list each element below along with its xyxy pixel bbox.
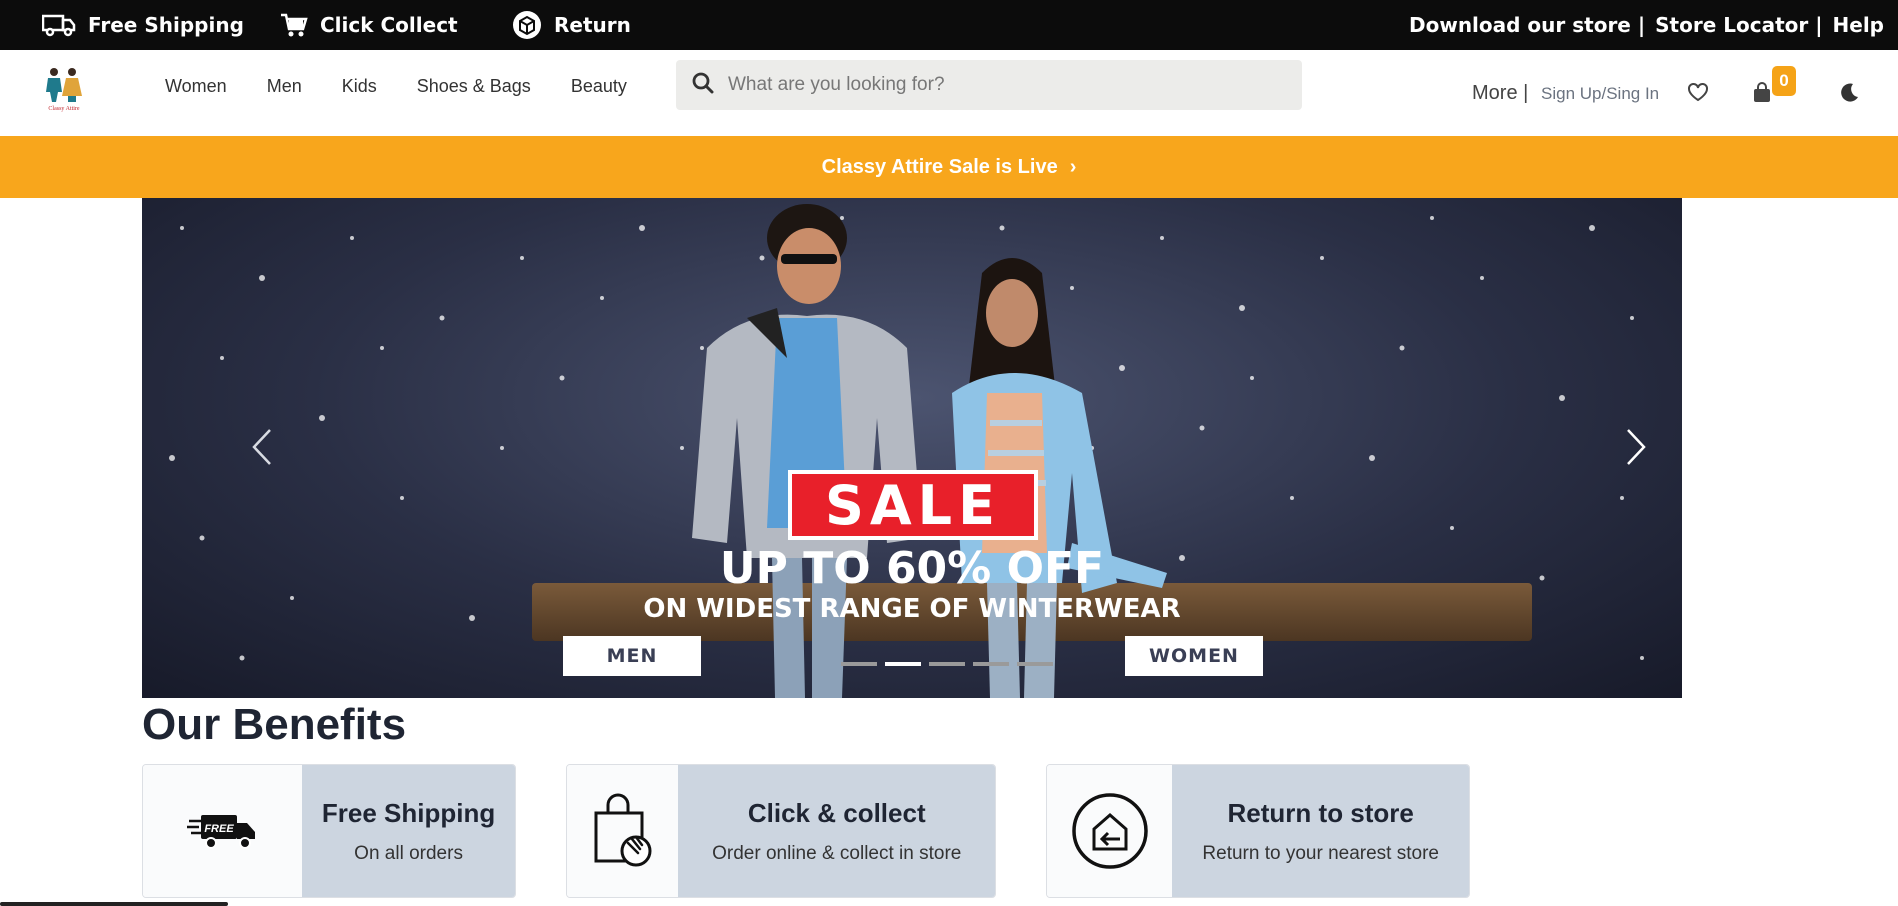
search-icon[interactable] <box>692 72 714 99</box>
nav-shoes-bags[interactable]: Shoes & Bags <box>417 76 531 97</box>
top-info-bar: Free Shipping Click Collect Return Downl… <box>0 0 1898 50</box>
main-nav: Women Men Kids Shoes & Bags Beauty <box>165 50 627 122</box>
carousel-dot-3[interactable] <box>929 662 965 666</box>
sale-promo-banner[interactable]: Classy Attire Sale is Live › <box>0 136 1898 198</box>
logo-wordmark: Classy Attire <box>48 106 80 112</box>
click-collect-label: Click Collect <box>320 13 458 37</box>
site-logo[interactable]: Classy Attire <box>38 64 90 112</box>
help-link[interactable]: Help <box>1833 13 1884 37</box>
benefits-heading: Our Benefits <box>142 700 407 749</box>
search-input[interactable] <box>728 74 1268 96</box>
shopping-bag-hand-icon <box>567 765 679 897</box>
more-menu[interactable]: More | <box>1472 82 1528 105</box>
truck-icon <box>42 12 76 38</box>
return-home-icon <box>1047 765 1173 897</box>
dark-mode-moon-icon[interactable] <box>1838 82 1860 109</box>
benefit-card-return-store: Return to store Return to your nearest s… <box>1046 764 1470 898</box>
carousel-next-chevron-right-icon[interactable] <box>1626 428 1646 471</box>
sale-headline: UP TO 60% OFF <box>719 543 1105 594</box>
cart-icon <box>280 12 308 38</box>
benefit-subtitle: On all orders <box>354 842 463 864</box>
carousel-dot-4[interactable] <box>973 662 1009 666</box>
shop-men-button[interactable]: MEN <box>563 636 701 676</box>
benefit-title: Free Shipping <box>321 797 496 828</box>
main-header: Classy Attire Women Men Kids Shoes & Bag… <box>0 50 1898 136</box>
hero-carousel: SALE UP TO 60% OFF ON WIDEST RANGE OF WI… <box>142 198 1682 698</box>
box-icon <box>512 10 542 40</box>
chevron-right-icon: › <box>1069 155 1077 178</box>
return-link[interactable]: Return <box>512 0 631 50</box>
promo-text: Classy Attire Sale is Live <box>821 155 1058 178</box>
free-shipping-label: Free Shipping <box>88 13 244 37</box>
signin-link[interactable]: Sign Up/Sing In <box>1541 84 1659 104</box>
sale-subheadline: ON WIDEST RANGE OF WINTERWEAR <box>643 594 1181 624</box>
carousel-indicators <box>841 662 1053 666</box>
benefit-text: Click & collect Order online & collect i… <box>678 765 995 897</box>
click-collect-link[interactable]: Click Collect <box>280 0 458 50</box>
free-truck-icon: FREE <box>143 765 303 897</box>
nav-kids[interactable]: Kids <box>342 76 377 97</box>
benefit-subtitle: Order online & collect in store <box>712 842 962 864</box>
cart-bag-icon[interactable] <box>1752 82 1772 109</box>
carousel-dot-1[interactable] <box>841 662 877 666</box>
nav-men[interactable]: Men <box>267 76 302 97</box>
benefit-card-click-collect: Click & collect Order online & collect i… <box>566 764 996 898</box>
benefit-text: Free Shipping On all orders <box>302 765 515 897</box>
benefit-title: Click & collect <box>747 797 926 828</box>
benefit-card-free-shipping: FREE Free Shipping On all orders <box>142 764 516 898</box>
svg-text:FREE: FREE <box>204 823 234 835</box>
carousel-prev-chevron-left-icon[interactable] <box>252 428 272 471</box>
benefit-subtitle: Return to your nearest store <box>1202 842 1439 864</box>
store-locator-link[interactable]: Store Locator | <box>1655 13 1822 37</box>
nav-beauty[interactable]: Beauty <box>571 76 627 97</box>
nav-women[interactable]: Women <box>165 76 227 97</box>
top-right-links: Download our store | Store Locator | Hel… <box>1409 0 1884 50</box>
free-shipping-link[interactable]: Free Shipping <box>42 0 244 50</box>
download-store-link[interactable]: Download our store | <box>1409 13 1645 37</box>
horizontal-scrollbar[interactable] <box>0 902 228 906</box>
wishlist-heart-icon[interactable] <box>1687 82 1709 107</box>
cart-count-badge: 0 <box>1772 66 1796 96</box>
benefit-text: Return to store Return to your nearest s… <box>1172 765 1469 897</box>
carousel-dot-5[interactable] <box>1017 662 1053 666</box>
sale-badge: SALE <box>788 470 1038 540</box>
return-label: Return <box>554 13 631 37</box>
shop-women-button[interactable]: WOMEN <box>1125 636 1263 676</box>
benefit-title: Return to store <box>1227 797 1414 828</box>
carousel-dot-2-active[interactable] <box>885 662 921 666</box>
search-bar[interactable] <box>676 60 1302 110</box>
